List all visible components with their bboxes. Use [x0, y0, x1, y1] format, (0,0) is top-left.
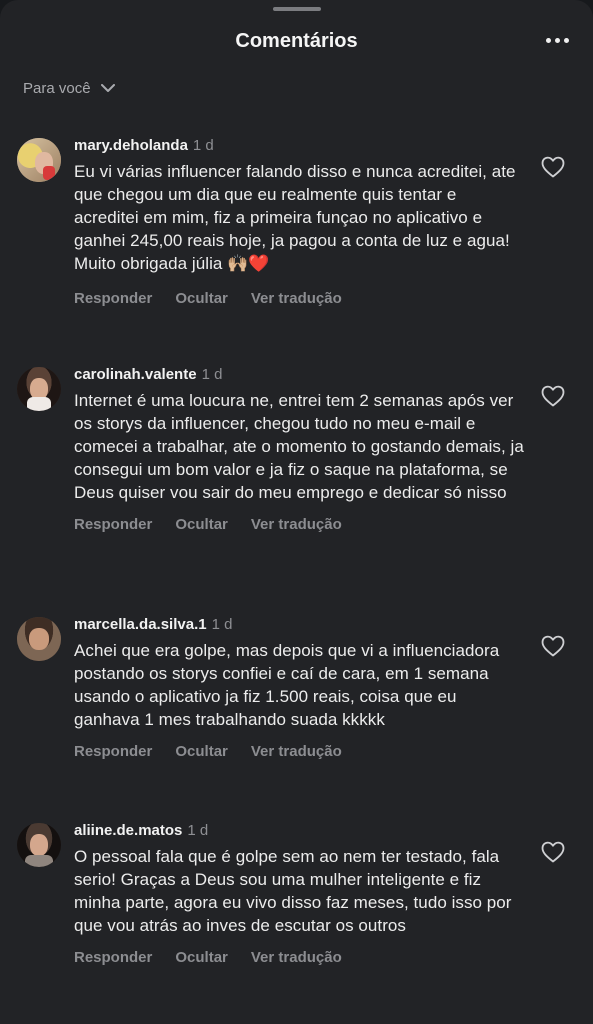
comment-text: Internet é uma loucura ne, entrei tem 2 … [74, 391, 524, 502]
reply-button[interactable]: Responder [74, 516, 152, 533]
heart-icon[interactable] [541, 841, 565, 863]
comments-sheet: Comentários Para você mary.deholanda 1 d … [0, 0, 593, 1024]
translate-button[interactable]: Ver tradução [251, 743, 342, 760]
heart-icon[interactable] [541, 156, 565, 178]
hide-button[interactable]: Ocultar [175, 516, 228, 533]
hide-button[interactable]: Ocultar [175, 290, 228, 307]
hide-button[interactable]: Ocultar [175, 949, 228, 966]
translate-button[interactable]: Ver tradução [251, 290, 342, 307]
reply-button[interactable]: Responder [74, 949, 152, 966]
comment-time: 1 d [187, 822, 209, 839]
comment-username[interactable]: carolinah.valente [74, 366, 197, 383]
page-title: Comentários [235, 30, 358, 52]
comment-username[interactable]: mary.deholanda [74, 137, 188, 154]
heart-icon[interactable] [541, 385, 565, 407]
avatar[interactable] [17, 823, 61, 867]
comment-username[interactable]: aliine.de.matos [74, 822, 182, 839]
comment-text: Eu vi várias influencer falando disso e … [74, 162, 516, 273]
avatar[interactable] [17, 138, 61, 182]
reply-button[interactable]: Responder [74, 743, 152, 760]
comment-time: 1 d [201, 366, 223, 383]
hide-button[interactable]: Ocultar [175, 743, 228, 760]
chevron-down-icon [100, 84, 115, 92]
more-horizontal-icon[interactable] [546, 38, 569, 43]
heart-icon[interactable] [541, 635, 565, 657]
comment-username[interactable]: marcella.da.silva.1 [74, 616, 207, 633]
sort-label: Para você [23, 80, 91, 97]
comment-emojis: 🙌🏼❤️ [227, 254, 270, 273]
comment-text: O pessoal fala que é golpe sem ao nem te… [74, 847, 512, 935]
comment-time: 1 d [192, 137, 214, 154]
comment-time: 1 d [211, 616, 233, 633]
sort-dropdown[interactable]: Para você [23, 80, 115, 97]
header: Comentários [0, 0, 593, 80]
translate-button[interactable]: Ver tradução [251, 516, 342, 533]
avatar[interactable] [17, 367, 61, 411]
avatar[interactable] [17, 617, 61, 661]
translate-button[interactable]: Ver tradução [251, 949, 342, 966]
reply-button[interactable]: Responder [74, 290, 152, 307]
comment-text: Achei que era golpe, mas depois que vi a… [74, 641, 500, 729]
